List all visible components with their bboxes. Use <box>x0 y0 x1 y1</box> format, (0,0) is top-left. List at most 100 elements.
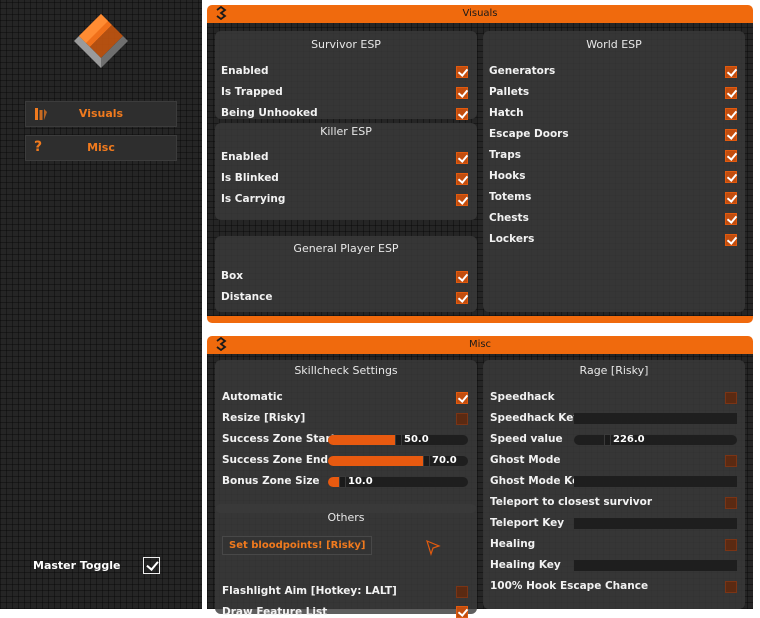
world-chests-label: Chests <box>489 212 529 224</box>
slider-knob[interactable] <box>423 455 430 467</box>
others-title: Others <box>327 511 365 524</box>
master-toggle-label: Master Toggle <box>33 559 121 572</box>
draw-features-checkbox[interactable] <box>456 606 468 618</box>
world-lockers-checkbox[interactable] <box>725 234 737 246</box>
survivor-esp-panel: Survivor ESP Enabled Is Trapped Being Un… <box>215 31 477 120</box>
cursor-arrow-icon <box>426 540 441 556</box>
world-hooks-checkbox[interactable] <box>725 171 737 183</box>
visuals-titlebar[interactable]: Visuals <box>207 5 753 23</box>
world-chests-checkbox[interactable] <box>725 213 737 225</box>
world-totems-label: Totems <box>489 191 532 203</box>
survivor-trapped-label: Is Trapped <box>221 86 283 98</box>
automatic-checkbox[interactable] <box>456 392 468 404</box>
misc-titlebar[interactable]: Misc <box>207 336 753 354</box>
nav-misc-button[interactable]: ? Misc <box>25 135 177 161</box>
world-pallets-label: Pallets <box>489 86 530 98</box>
general-distance-checkbox[interactable] <box>456 292 468 304</box>
general-box-checkbox[interactable] <box>456 271 468 283</box>
misc-title: Misc <box>468 339 492 350</box>
world-esp-panel: World ESP Generators Pallets Hatch Escap… <box>483 31 745 312</box>
world-traps-checkbox[interactable] <box>725 150 737 162</box>
speed-value-value: 226.0 <box>613 434 645 445</box>
speed-value-label: Speed value <box>490 433 563 445</box>
speedhack-key-field[interactable] <box>574 413 737 424</box>
world-escape-doors-checkbox[interactable] <box>725 129 737 141</box>
survivor-esp-title: Survivor ESP <box>311 38 381 51</box>
survivor-enabled-checkbox[interactable] <box>456 66 468 78</box>
killer-esp-title: Killer ESP <box>320 125 372 138</box>
speedhack-key-label: Speedhack Key <box>490 412 581 424</box>
rage-title: Rage [Risky] <box>579 364 649 377</box>
ghost-mode-key-label: Ghost Mode Key <box>490 475 587 487</box>
general-esp-panel: General Player ESP Box Distance <box>215 236 477 312</box>
general-esp-title: General Player ESP <box>293 242 399 255</box>
draw-features-label: Draw Feature List <box>222 606 328 618</box>
world-totems-checkbox[interactable] <box>725 192 737 204</box>
flashlight-aim-checkbox[interactable] <box>456 586 468 598</box>
healing-key-label: Healing Key <box>490 559 561 571</box>
resize-checkbox[interactable] <box>456 413 468 425</box>
skillcheck-panel: Skillcheck Settings Automatic Resize [Ri… <box>215 360 477 513</box>
success-start-label: Success Zone Start <box>222 433 336 445</box>
killer-carrying-label: Is Carrying <box>221 193 286 205</box>
nav-visuals-label: Visuals <box>78 107 124 120</box>
slider-fill <box>328 435 398 445</box>
world-generators-checkbox[interactable] <box>725 66 737 78</box>
others-panel: Others Set bloodpoints! [Risky] Flashlig… <box>215 504 477 618</box>
set-bloodpoints-button[interactable]: Set bloodpoints! [Risky] <box>222 536 373 555</box>
world-hooks-label: Hooks <box>489 170 526 182</box>
success-end-slider[interactable]: 70.0 <box>328 455 468 467</box>
slider-fill <box>574 435 607 445</box>
hook-escape-label: 100% Hook Escape Chance <box>490 580 649 592</box>
survivor-unhooked-label: Being Unhooked <box>221 107 318 119</box>
hook-escape-checkbox[interactable] <box>725 581 737 593</box>
world-lockers-label: Lockers <box>489 233 535 245</box>
bonus-size-label: Bonus Zone Size <box>222 475 320 487</box>
visuals-title: Visuals <box>462 8 498 19</box>
teleport-key-label: Teleport Key <box>490 517 565 529</box>
survivor-unhooked-checkbox[interactable] <box>456 108 468 120</box>
world-pallets-checkbox[interactable] <box>725 87 737 99</box>
speedhack-label: Speedhack <box>490 391 555 403</box>
visuals-window: Visuals Survivor ESP Enabled Is Trapped … <box>207 5 753 323</box>
sidebar: Visuals ? Misc Master Toggle <box>0 0 202 609</box>
slider-knob[interactable] <box>604 434 611 446</box>
logo-icon <box>74 14 128 68</box>
master-toggle-checkbox[interactable] <box>143 557 160 574</box>
speed-value-slider[interactable]: 226.0 <box>574 434 737 446</box>
killer-blinked-checkbox[interactable] <box>456 173 468 185</box>
nav-visuals-button[interactable]: Visuals <box>25 101 177 127</box>
slider-knob[interactable] <box>339 476 346 488</box>
world-hatch-checkbox[interactable] <box>725 108 737 120</box>
world-generators-label: Generators <box>489 65 556 77</box>
success-start-value: 50.0 <box>404 434 429 445</box>
ghost-mode-key-field[interactable] <box>574 476 737 487</box>
killer-enabled-checkbox[interactable] <box>456 152 468 164</box>
automatic-label: Automatic <box>222 391 283 403</box>
visuals-body: Survivor ESP Enabled Is Trapped Being Un… <box>207 23 753 316</box>
slider-fill <box>328 456 426 466</box>
healing-key-field[interactable] <box>574 560 737 571</box>
killer-esp-panel: Killer ESP Enabled Is Blinked Is Carryin… <box>215 123 477 220</box>
success-end-value: 70.0 <box>432 455 457 466</box>
success-start-slider[interactable]: 50.0 <box>328 434 468 446</box>
ghost-mode-checkbox[interactable] <box>725 455 737 467</box>
resize-label: Resize [Risky] <box>222 412 306 424</box>
healing-checkbox[interactable] <box>725 539 737 551</box>
general-box-label: Box <box>221 270 243 282</box>
slider-knob[interactable] <box>395 434 402 446</box>
bonus-size-slider[interactable]: 10.0 <box>328 476 468 488</box>
killer-carrying-checkbox[interactable] <box>456 194 468 206</box>
rage-panel: Rage [Risky] Speedhack Speedhack Key Spe… <box>483 360 745 609</box>
teleport-key-field[interactable] <box>574 518 737 529</box>
general-distance-label: Distance <box>221 291 273 303</box>
teleport-checkbox[interactable] <box>725 497 737 509</box>
healing-label: Healing <box>490 538 536 550</box>
world-traps-label: Traps <box>489 149 522 161</box>
skillcheck-title: Skillcheck Settings <box>294 364 398 377</box>
visuals-bottombar <box>207 316 753 323</box>
speedhack-checkbox[interactable] <box>725 392 737 404</box>
survivor-trapped-checkbox[interactable] <box>456 87 468 99</box>
nav-misc-label: Misc <box>87 141 115 154</box>
teleport-label: Teleport to closest survivor <box>490 496 652 508</box>
